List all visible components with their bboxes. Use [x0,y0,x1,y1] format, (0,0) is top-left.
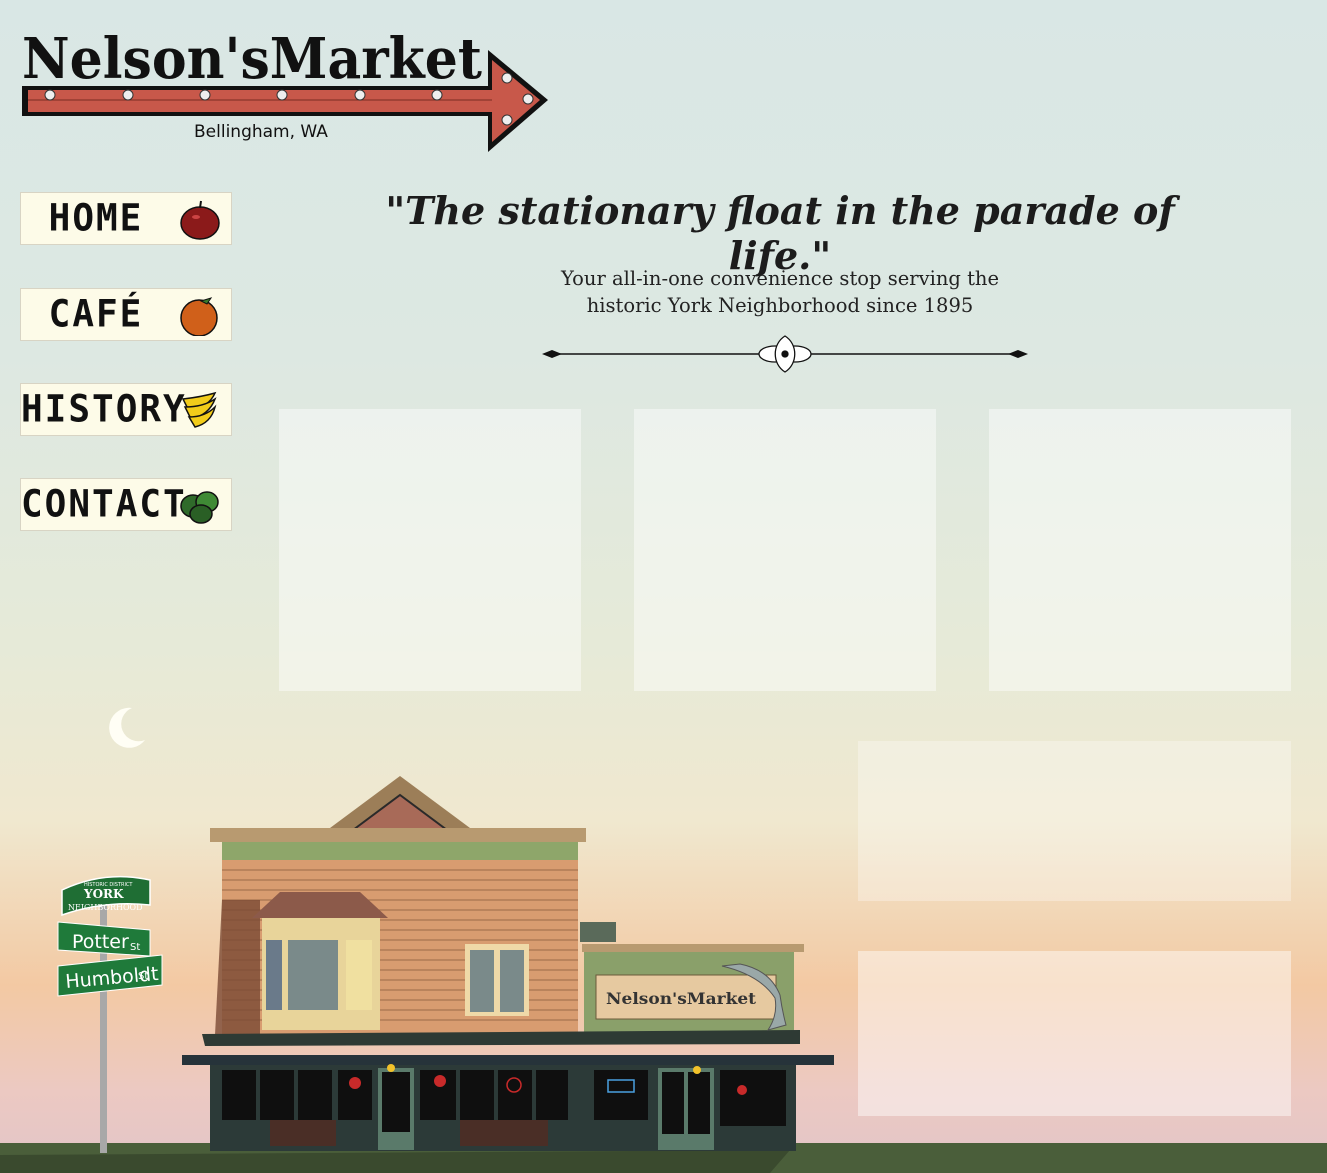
content-panel-2 [634,409,936,691]
sign-neighborhood-bottom: NEIGHBORHOOD [68,903,142,912]
nav-home-button[interactable]: HOME [20,192,232,245]
nav-contact-button[interactable]: CONTACT [20,478,232,531]
sign-street-1: Potter [72,931,129,953]
nav-cafe-button[interactable]: CAFÉ [20,288,232,341]
content-panel-1 [279,409,581,691]
sign-street-1-suffix: St [130,942,140,953]
moon-icon [109,707,145,748]
sign-neighborhood-top: YORK [83,887,124,901]
logo-location: Bellingham, WA [194,122,328,142]
hero-subtitle-line-1: Your all-in-one convenience stop serving… [561,267,999,290]
hero-subtitle: Your all-in-one convenience stop serving… [480,265,1080,319]
nelsons-market-logo[interactable]: Nelson'sMarket Bellingham, WA [18,20,558,160]
nav-home-label: HOME [48,196,144,241]
market-building: Nelson'sMarket [182,776,834,1151]
sign-street-2-suffix: St [138,971,148,982]
hero-subtitle-line-2: historic York Neighborhood since 1895 [586,294,974,317]
storefront-sign: Nelson'sMarket [606,989,757,1008]
nav-contact-label: CONTACT [21,482,187,527]
apple-icon [180,200,220,240]
storefront-illustration: HISTORIC DISTRICT YORK NEIGHBORHOOD Pott… [0,707,1327,1173]
nav-history-label: HISTORY [21,387,187,432]
banana-icon [181,391,217,428]
orange-icon [180,297,218,336]
nav-cafe-label: CAFÉ [48,292,144,337]
logo-wordmark: Nelson'sMarket [22,26,482,92]
ornamental-divider [542,335,1028,373]
nav-history-button[interactable]: HISTORY [20,383,232,436]
limes-icon [180,491,219,524]
street-sign: HISTORIC DISTRICT YORK NEIGHBORHOOD Pott… [57,875,163,1153]
content-panel-3 [989,409,1291,691]
